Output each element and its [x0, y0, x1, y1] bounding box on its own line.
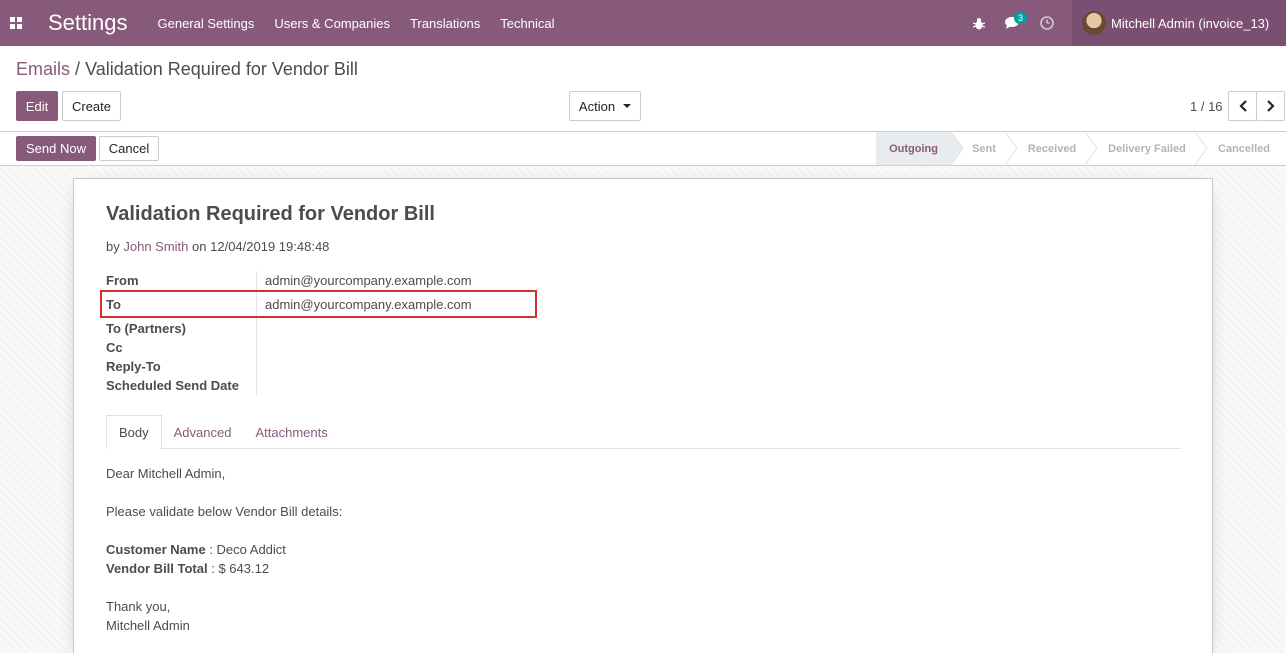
mail-form-sheet: Validation Required for Vendor Bill by J… [73, 178, 1213, 653]
tab-body[interactable]: Body [106, 415, 162, 450]
user-name: Mitchell Admin (invoice_13) [1111, 15, 1270, 31]
body-thanks: Thank you, [106, 599, 171, 614]
messages-count-badge: 3 [1014, 12, 1028, 24]
tab-attachments[interactable]: Attachments [243, 415, 339, 449]
customer-name-label: Customer Name [106, 542, 206, 557]
stage-received: Received [1027, 142, 1077, 155]
apps-grid-icon[interactable] [0, 0, 32, 46]
breadcrumb-current: Validation Required for Vendor Bill [85, 59, 358, 79]
breadcrumb-emails[interactable]: Emails [16, 59, 70, 79]
pager-next-button[interactable] [1256, 91, 1285, 121]
mail-date: 12/04/2019 19:48:48 [210, 239, 330, 254]
stage-separator [951, 132, 963, 165]
send-now-button[interactable]: Send Now [16, 136, 96, 161]
top-navbar: Settings General Settings Users & Compan… [0, 0, 1286, 46]
tab-advanced[interactable]: Advanced [162, 415, 244, 449]
action-label: Action [578, 98, 616, 114]
clock-icon[interactable] [1030, 0, 1064, 46]
stage-outgoing: Outgoing [876, 132, 951, 165]
body-intro: Please validate below Vendor Bill detail… [106, 504, 343, 519]
pager-previous-button[interactable] [1228, 91, 1257, 121]
reply-to-label: Reply-To [106, 359, 161, 374]
avatar [1082, 11, 1106, 35]
mail-tabs: Body Advanced Attachments [106, 415, 1181, 450]
body-signature: Mitchell Admin [106, 618, 190, 633]
user-menu[interactable]: Mitchell Admin (invoice_13) [1072, 0, 1286, 46]
control-panel: Emails / Validation Required for Vendor … [0, 46, 1286, 132]
to-partners-label: To (Partners) [106, 321, 186, 336]
by-prefix: by [106, 239, 120, 254]
menu-translations[interactable]: Translations [400, 16, 490, 31]
chevron-left-icon [1238, 100, 1247, 112]
to-field-highlight [100, 290, 537, 318]
create-button[interactable]: Create [62, 91, 121, 121]
chevron-right-icon [1266, 100, 1275, 112]
menu-general-settings[interactable]: General Settings [148, 16, 265, 31]
stage-separator [1195, 132, 1207, 165]
vendor-bill-total-value: : $ 643.12 [207, 561, 270, 576]
cc-label: Cc [106, 340, 123, 355]
cancel-button[interactable]: Cancel [99, 136, 159, 161]
body-greeting: Dear Mitchell Admin, [106, 466, 226, 481]
statusbar: Send Now Cancel Outgoing Sent Received D… [0, 132, 1286, 166]
caret-down-icon [623, 104, 632, 108]
body-total-line: Vendor Bill Total : $ 643.12 [106, 561, 269, 576]
stage-separator [1005, 132, 1017, 165]
edit-button[interactable]: Edit [16, 91, 58, 121]
stage-sent: Sent [972, 142, 996, 155]
pager-value[interactable]: 1 / 16 [1190, 99, 1223, 114]
mail-subject: Validation Required for Vendor Bill [106, 203, 435, 225]
breadcrumb-separator: / [75, 59, 81, 79]
customer-name-value: : Deco Addict [205, 542, 286, 557]
breadcrumb: Emails / Validation Required for Vendor … [16, 59, 358, 80]
action-dropdown[interactable]: Action [569, 91, 641, 121]
stage-separator [1085, 132, 1097, 165]
vendor-bill-total-label: Vendor Bill Total [106, 561, 208, 576]
on-prefix: on [192, 239, 207, 254]
menu-users-companies[interactable]: Users & Companies [264, 16, 400, 31]
from-label: From [106, 273, 139, 288]
stage-delivery-failed: Delivery Failed [1108, 142, 1186, 155]
chat-icon[interactable]: 3 [996, 0, 1030, 46]
stage-cancelled: Cancelled [1218, 142, 1270, 155]
scheduled-send-date-label: Scheduled Send Date [106, 378, 239, 393]
app-title: Settings [48, 10, 128, 35]
author-link[interactable]: John Smith [123, 239, 188, 254]
mail-byline: by John Smith on 12/04/2019 19:48:48 [106, 239, 329, 254]
body-customer-line: Customer Name : Deco Addict [106, 542, 286, 557]
menu-technical[interactable]: Technical [490, 16, 564, 31]
bug-icon[interactable] [962, 0, 996, 46]
from-value: admin@yourcompany.example.com [265, 273, 472, 288]
